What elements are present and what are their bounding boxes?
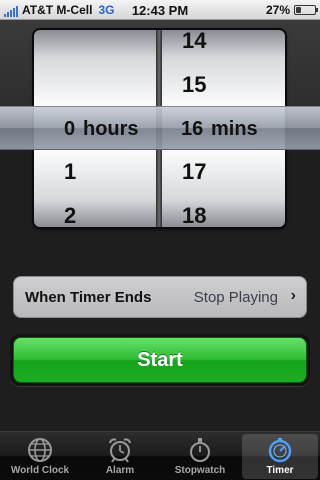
- start-button[interactable]: Start: [13, 337, 307, 383]
- hours-option[interactable]: 2: [34, 194, 156, 227]
- tab-label: Timer: [266, 465, 294, 476]
- stopwatch-icon: [190, 438, 210, 462]
- battery-percent: 27%: [265, 3, 290, 17]
- picker-selection-band: 0 hours 16 mins: [0, 106, 320, 150]
- status-bar: AT&T M-Cell 3G 12:43 PM 27%: [0, 0, 320, 20]
- minutes-option[interactable]: 17: [162, 150, 285, 194]
- tab-label: Stopwatch: [174, 465, 226, 476]
- tab-stopwatch[interactable]: Stopwatch: [162, 434, 238, 479]
- minutes-option[interactable]: 14: [162, 30, 285, 63]
- tab-label: World Clock: [10, 465, 70, 476]
- selected-minutes[interactable]: 16: [181, 107, 203, 149]
- chevron-right-icon: ›: [290, 287, 296, 304]
- status-right: 27%: [265, 3, 318, 17]
- timer-end-action-value: Stop Playing: [193, 289, 278, 306]
- when-timer-ends-label: When Timer Ends: [25, 289, 152, 306]
- minutes-option[interactable]: 15: [162, 63, 285, 107]
- timer-icon: [268, 438, 292, 463]
- tab-world-clock[interactable]: World Clock: [2, 434, 78, 479]
- minutes-unit-label: mins: [211, 118, 258, 140]
- start-button-well: Start: [10, 334, 310, 386]
- hours-unit-label: hours: [83, 118, 139, 140]
- when-timer-ends-row[interactable]: When Timer Ends Stop Playing ›: [13, 276, 307, 318]
- hours-option[interactable]: 1: [34, 150, 156, 194]
- minutes-option[interactable]: 18: [162, 194, 285, 227]
- tab-timer[interactable]: Timer: [242, 434, 318, 479]
- globe-icon: [28, 438, 52, 462]
- tab-bar: World Clock Alarm Stopwatch Timer: [0, 431, 320, 480]
- battery-icon: [294, 5, 318, 15]
- tab-alarm[interactable]: Alarm: [82, 434, 158, 479]
- selected-hours[interactable]: 0: [64, 107, 75, 149]
- tab-label: Alarm: [105, 465, 135, 476]
- alarm-clock-icon: [109, 438, 131, 463]
